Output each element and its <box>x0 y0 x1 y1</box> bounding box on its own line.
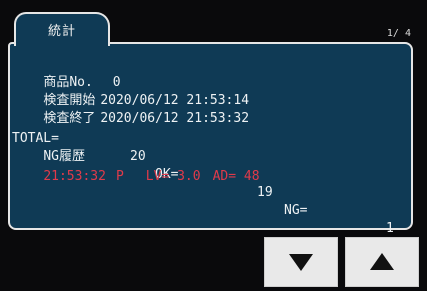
tab-statistics[interactable]: 統計 <box>14 12 110 46</box>
ok-value: 19 <box>257 185 273 200</box>
ng-history-heading: NG履歴 <box>12 130 85 164</box>
totals-row: TOTAL= 20 OK= 19 NG= 1 <box>12 112 407 236</box>
inspection-start-row: 検査開始 2020/06/12 21:53:14 <box>12 74 249 108</box>
page-indicator: 1/ 4 <box>386 28 411 39</box>
ng-entry-flag: P <box>115 169 124 184</box>
up-triangle-icon <box>370 253 394 270</box>
ng-history-entry: 21:53:32 P LV= 3.0 AD= 48 <box>12 150 259 184</box>
tab-statistics-label: 統計 <box>47 24 76 39</box>
inspection-end-row: 検査終了 2020/06/12 21:53:32 <box>12 92 249 126</box>
ng-entry-time: 21:53:32 <box>43 169 106 184</box>
ng-entry-lv: LV= 3.0 <box>145 169 201 184</box>
scroll-down-button[interactable] <box>264 237 338 287</box>
ng-label: NG= <box>284 203 308 218</box>
statistics-screen: 統計 1/ 4 商品No. 0 検査開始 2020/06/12 21:53:14 検… <box>0 0 427 291</box>
ng-value: 1 <box>386 221 394 236</box>
scroll-up-button[interactable] <box>345 237 419 287</box>
ng-entry-ad: AD= 48 <box>212 169 260 184</box>
product-number-row: 商品No. 0 <box>12 56 120 90</box>
down-triangle-icon <box>289 254 313 271</box>
